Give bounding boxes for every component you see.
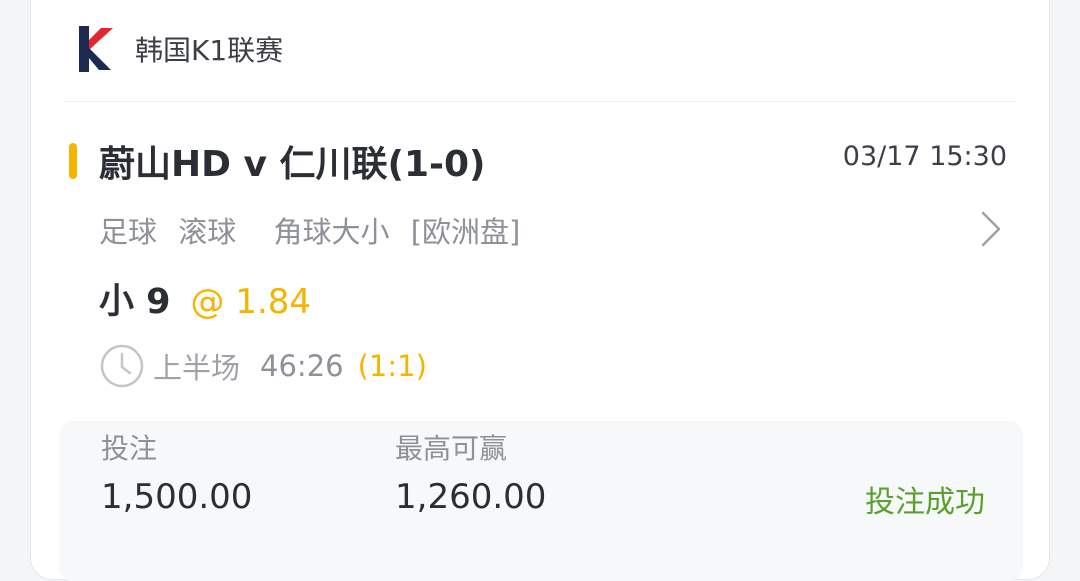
- bet-status: 投注成功: [865, 485, 985, 520]
- market-info: 足球 滚球 角球大小 [欧洲盘]: [99, 209, 532, 251]
- bet-record-card: 韩国K1联赛 蔚山HD v 仁川联(1-0) 03/17 15:30 足球 滚球…: [30, 0, 1050, 581]
- chevron-right-icon[interactable]: [977, 209, 1005, 249]
- stake-label: 投注: [101, 432, 158, 465]
- selection: 小 9 @ 1.84: [99, 273, 311, 324]
- match-datetime: 03/17 15:30: [842, 141, 1007, 172]
- bet-summary-panel: 投注 1,500.00 最高可赢 1,260.00 投注成功: [59, 421, 1023, 581]
- selection-odds: @ 1.84: [190, 282, 312, 322]
- clock-icon: [100, 344, 144, 388]
- max-win-stat: 最高可赢 1,260.00: [395, 421, 546, 517]
- selection-pick: 小 9: [99, 282, 171, 322]
- odds-format-label: [欧洲盘]: [410, 215, 521, 249]
- league-name: 韩国K1联赛: [135, 34, 284, 67]
- live-score: (1:1): [357, 349, 427, 383]
- accent-bar: [69, 143, 77, 179]
- live-status: 上半场 46:26 (1:1): [99, 343, 427, 389]
- max-win-label: 最高可赢: [395, 432, 508, 465]
- mode-label: 滚球: [178, 215, 237, 249]
- match-title: 蔚山HD v 仁川联(1-0): [99, 144, 486, 185]
- k-league-logo-icon: [79, 26, 113, 72]
- game-clock: 46:26: [260, 349, 344, 383]
- stake-value: 1,500.00: [101, 477, 253, 517]
- market-label: 角球大小: [273, 215, 390, 249]
- divider: [65, 101, 1017, 102]
- match-period: 上半场: [153, 351, 241, 385]
- max-win-value: 1,260.00: [395, 477, 547, 517]
- league-header: 韩国K1联赛: [73, 19, 283, 79]
- stake-stat: 投注 1,500.00: [101, 421, 252, 517]
- sport-label: 足球: [99, 215, 158, 249]
